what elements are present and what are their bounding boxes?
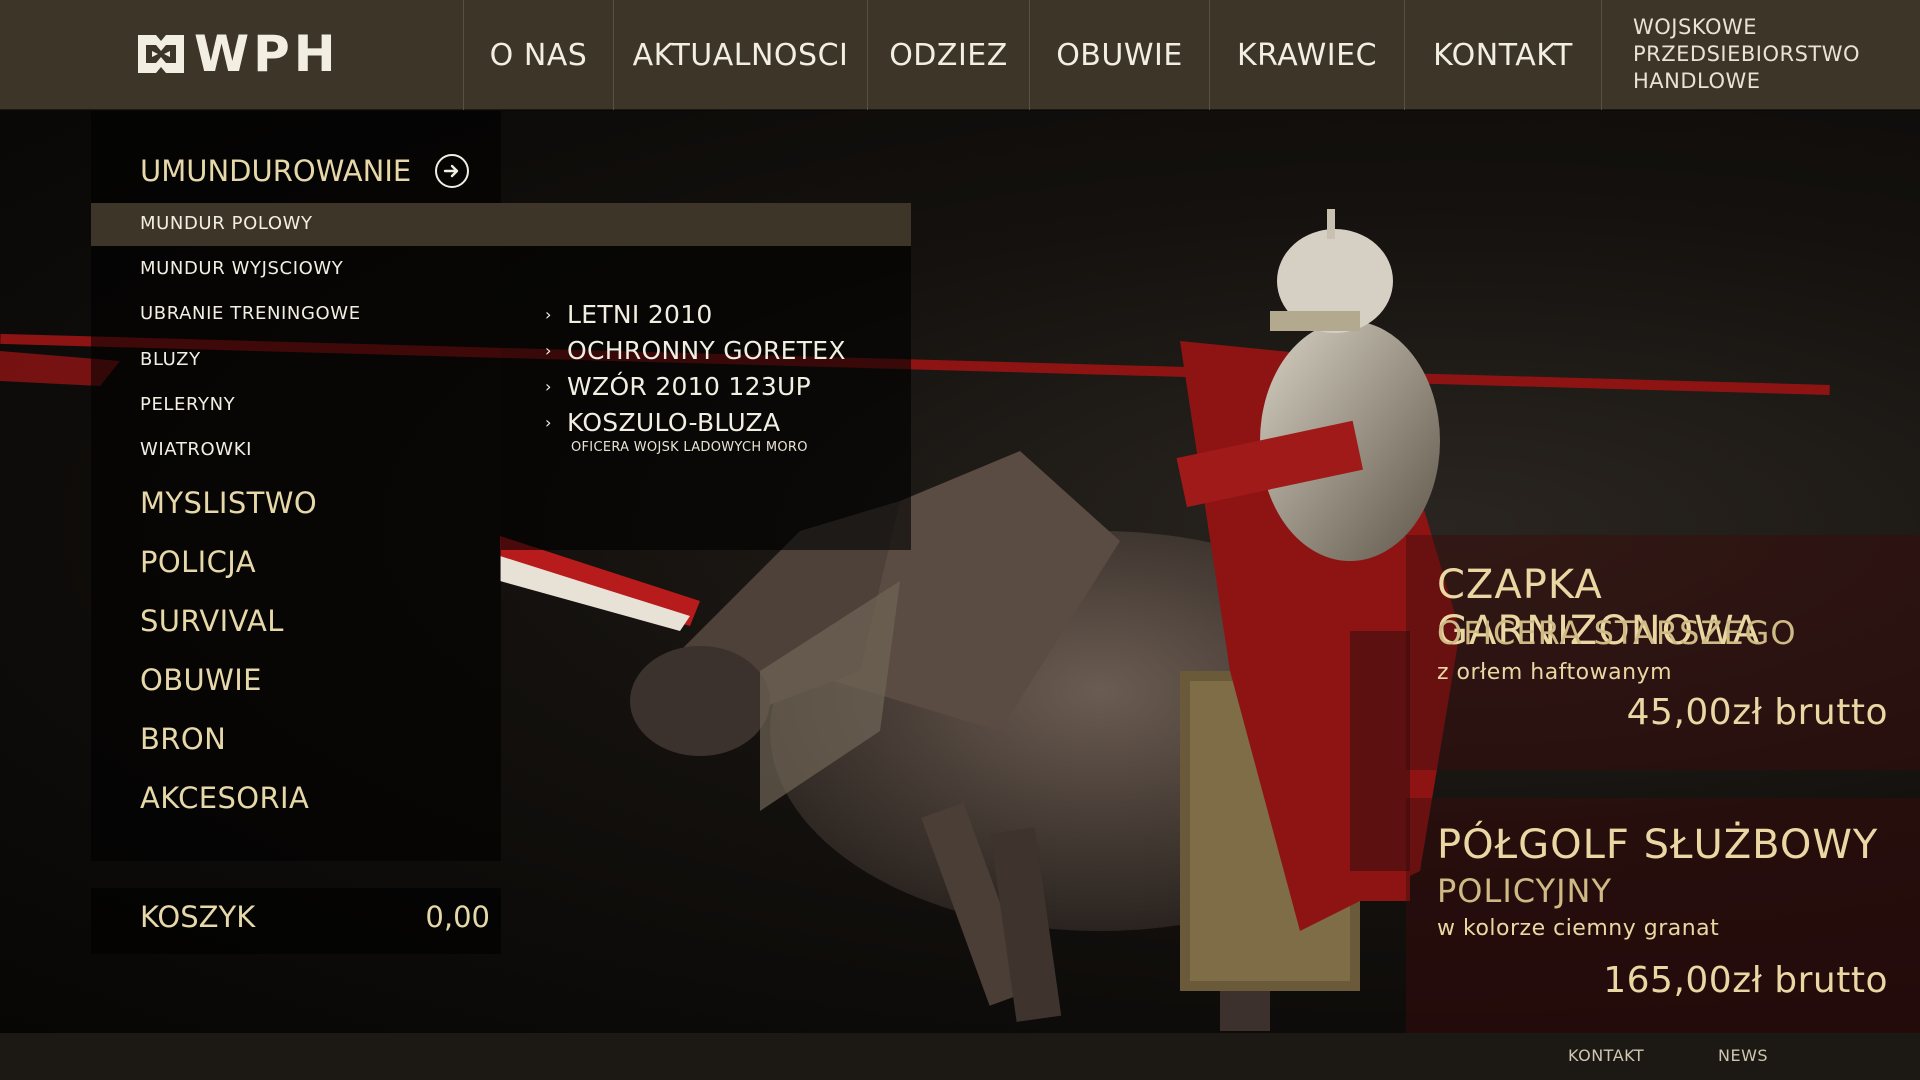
subitem-mundur-polowy[interactable]: MUNDUR POLOWY: [140, 213, 313, 234]
flyout-item-koszulo-bluza[interactable]: › KOSZULO-BLUZA: [545, 408, 780, 437]
flyout-item-letni-2010[interactable]: › LETNI 2010: [545, 300, 713, 329]
promo-1-subtitle: OFICERA STARSZEGO: [1437, 614, 1797, 652]
category-bron[interactable]: BRON: [140, 722, 226, 756]
nav-item-odziez[interactable]: ODZIEZ: [867, 0, 1029, 110]
subitem-wiatrowki[interactable]: WIATROWKI: [140, 439, 252, 460]
arrow-right-glyph: [444, 164, 459, 178]
main-nav: O NAS AKTUALNOSCI ODZIEZ OBUWIE KRAWIEC …: [463, 0, 1602, 110]
promo-2-title: PÓŁGOLF SŁUŻBOWY: [1437, 822, 1879, 868]
footer-link-kontakt[interactable]: KONTAKT: [1568, 1046, 1644, 1065]
tagline-line-1: WOJSKOWE: [1633, 15, 1758, 39]
category-myslistwo[interactable]: MYSLISTWO: [140, 486, 317, 520]
category-heading-umundurowanie[interactable]: UMUNDUROWANIE: [140, 154, 470, 188]
category-obuwie[interactable]: OBUWIE: [140, 663, 262, 697]
chevron-right-icon: ›: [545, 413, 552, 432]
category-akcesoria[interactable]: AKCESORIA: [140, 781, 309, 815]
chevron-right-icon: ›: [545, 305, 552, 324]
arrow-right-circle-icon[interactable]: [435, 154, 470, 188]
subitem-peleryny[interactable]: PELERYNY: [140, 394, 235, 415]
nav-item-obuwie[interactable]: OBUWIE: [1029, 0, 1209, 110]
promo-2-price: 165,00zł brutto: [1603, 960, 1888, 1001]
logo-emblem-icon: [138, 35, 184, 73]
subitem-mundur-wyjsciowy[interactable]: MUNDUR WYJSCIOWY: [140, 258, 343, 279]
flyout-item-note: OFICERA WOJSK LADOWYCH MORO: [571, 440, 808, 455]
tagline-line-3: HANDLOWE: [1633, 69, 1761, 93]
promo-2-subtitle: POLICYJNY: [1437, 872, 1612, 910]
cart-total: 0,00: [425, 900, 490, 934]
logo-text: WPH: [194, 25, 340, 83]
chevron-right-icon: ›: [545, 341, 552, 360]
footer-link-news[interactable]: NEWS: [1718, 1046, 1768, 1065]
flyout-item-label: LETNI 2010: [567, 300, 713, 329]
category-heading-label: UMUNDUROWANIE: [140, 154, 412, 188]
subitem-bluzy[interactable]: BLUZY: [140, 349, 201, 370]
cart-label: KOSZYK: [140, 900, 256, 934]
category-policja[interactable]: POLICJA: [140, 545, 256, 579]
flyout-item-label: KOSZULO-BLUZA: [567, 408, 781, 437]
flyout-item-label: WZÓR 2010 123UP: [567, 372, 812, 401]
nav-item-kontakt[interactable]: KONTAKT: [1404, 0, 1602, 110]
category-survival[interactable]: SURVIVAL: [140, 604, 284, 638]
subitem-ubranie-treningowe[interactable]: UBRANIE TRENINGOWE: [140, 303, 361, 324]
chevron-right-icon: ›: [545, 377, 552, 396]
promo-2-desc: w kolorze ciemny granat: [1437, 916, 1720, 941]
promo-1-price: 45,00zł brutto: [1626, 692, 1888, 733]
nav-item-aktualnosci[interactable]: AKTUALNOSCI: [613, 0, 867, 110]
nav-item-krawiec[interactable]: KRAWIEC: [1209, 0, 1404, 110]
nav-item-o-nas[interactable]: O NAS: [463, 0, 613, 110]
site-logo[interactable]: WPH: [138, 28, 340, 80]
tagline-line-2: PRZEDSIEBIORSTWO: [1633, 42, 1861, 66]
company-tagline: WOJSKOWE PRZEDSIEBIORSTWO HANDLOWE: [1633, 14, 1860, 95]
flyout-item-wzor-2010[interactable]: › WZÓR 2010 123UP: [545, 372, 811, 401]
top-navigation-bar: WPH O NAS AKTUALNOSCI ODZIEZ OBUWIE KRAW…: [0, 0, 1920, 110]
promo-1-desc: z orłem haftowanym: [1437, 660, 1672, 685]
flyout-item-label: OCHRONNY GORETEX: [567, 336, 846, 365]
flyout-item-ochronny-goretex[interactable]: › OCHRONNY GORETEX: [545, 336, 846, 365]
